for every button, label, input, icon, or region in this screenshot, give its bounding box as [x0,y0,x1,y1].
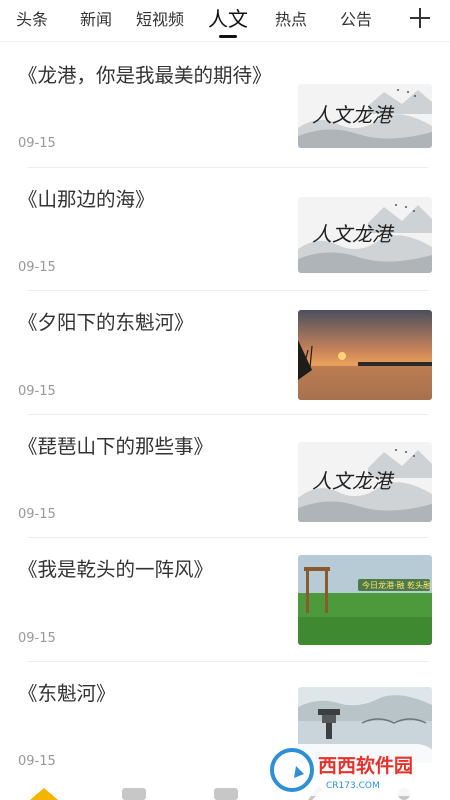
article-title: 《琵琶山下的那些事》 [18,434,214,458]
thumbnail-caption: 人文龙港 [312,222,395,246]
article-date: 09-15 [18,260,56,275]
thumbnail-caption: 人文龙港 [312,469,395,493]
article-item[interactable]: 《龙港，你是我最美的期待》 09-15 人文龙港 [0,43,450,167]
article-item[interactable]: 《琵琶山下的那些事》 09-15 人文龙港 [0,413,450,538]
plus-icon[interactable] [410,8,430,28]
watermark-logo: 西西软件园 CR173.COM [266,744,442,796]
thumbnail-caption: 今日龙港·融 乾头融合 [362,580,432,590]
video-icon[interactable] [214,788,238,800]
watermark-brand: 西西软件园 [318,754,413,777]
article-item[interactable]: 《我是乾头的一阵风》 09-15 今日龙港·融 乾头融合 [0,537,450,661]
article-thumbnail: 人文龙港 [298,441,432,522]
tab-announcements[interactable]: 公告 [340,9,372,31]
article-date: 09-15 [18,507,56,522]
home-icon[interactable] [30,788,58,800]
article-date: 09-15 [18,630,56,646]
article-date: 09-15 [18,135,56,151]
tab-culture[interactable]: 人文 [208,6,248,32]
article-item[interactable]: 《夕阳下的东魁河》 09-15 [0,290,450,414]
article-thumbnail: 今日龙港·融 乾头融合 [298,555,432,645]
article-title: 《东魁河》 [18,681,116,705]
article-title: 《山那边的海》 [18,187,155,211]
tab-short-video[interactable]: 短视频 [136,9,184,31]
article-date: 09-15 [18,754,56,769]
article-date: 09-15 [18,383,56,399]
article-title: 《夕阳下的东魁河》 [18,311,194,334]
article-thumbnail [298,310,432,400]
watermark-url: CR173.COM [326,781,380,791]
channel-tab-bar: 头条 新闻 短视频 人文 热点 公告 [0,0,450,42]
article-thumbnail: 人文龙港 [298,84,432,148]
tab-news[interactable]: 新闻 [80,9,112,31]
article-title: 《龙港，你是我最美的期待》 [18,64,272,87]
article-title: 《我是乾头的一阵风》 [18,558,214,581]
thumbnail-caption: 人文龙港 [312,103,395,127]
image-icon[interactable] [122,788,146,800]
tab-headlines[interactable]: 头条 [16,9,48,31]
article-thumbnail: 人文龙港 [298,196,432,273]
tab-hot[interactable]: 热点 [275,9,307,31]
article-list: 《龙港，你是我最美的期待》 09-15 人文龙港 《山那边的海》 09-15 人… [0,43,450,784]
article-item[interactable]: 《山那边的海》 09-15 人文龙港 [0,166,450,291]
